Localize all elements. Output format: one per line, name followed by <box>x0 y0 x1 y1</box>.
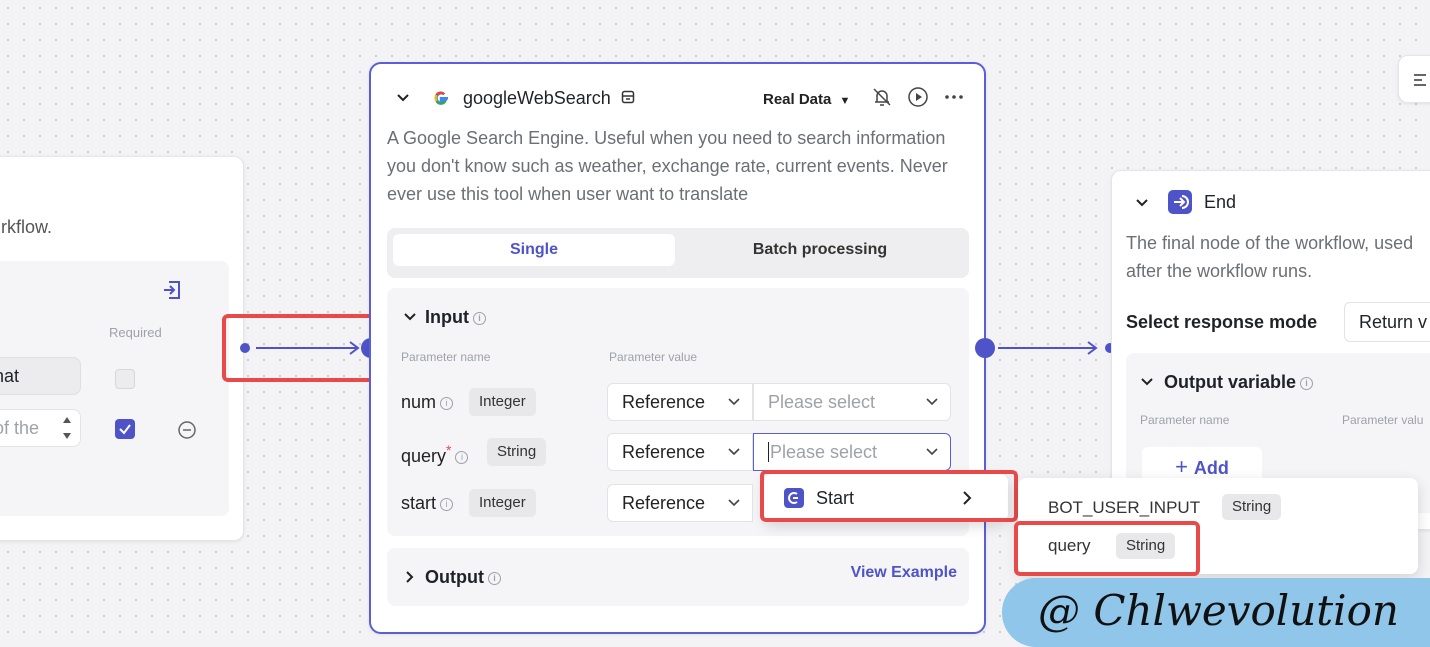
param-name-query: query* i <box>401 442 469 467</box>
end-node-card[interactable]: End The final node of the workflow, used… <box>1111 170 1430 530</box>
connection-arrow <box>998 341 1098 355</box>
output-chevron-icon[interactable] <box>1140 375 1154 389</box>
real-data-label: Real Data <box>763 91 832 108</box>
tab-single[interactable]: Single <box>393 234 675 266</box>
chevron-down-icon <box>926 398 938 406</box>
remove-icon[interactable] <box>177 420 197 440</box>
value-select-focused[interactable]: Please select <box>753 433 951 471</box>
required-header: Required <box>109 325 162 340</box>
highlight-box-query <box>1014 521 1200 576</box>
run-icon[interactable] <box>907 86 929 108</box>
chevron-down-icon <box>728 448 740 456</box>
variable-type-tag: String <box>1222 494 1282 520</box>
stepper-icon[interactable] <box>61 411 73 445</box>
param-type-tag: String <box>487 438 547 466</box>
reference-select[interactable]: Reference <box>607 433 753 471</box>
output-section: Output i View Example <box>387 548 969 606</box>
google-logo-icon <box>434 91 448 105</box>
store-icon[interactable] <box>621 90 635 104</box>
response-mode-label: Select response mode <box>1126 312 1318 332</box>
start-params-panel: Required hat of the <box>0 261 229 516</box>
variable-item-name[interactable]: BOT_USER_INPUT <box>1048 498 1200 518</box>
node-description: A Google Search Engine. Useful when you … <box>387 128 948 204</box>
collapse-chevron-icon[interactable] <box>395 90 411 106</box>
output-variable-title: Output variable i <box>1164 372 1314 393</box>
caret-down-icon: ▼ <box>839 95 851 107</box>
node-description: The final node of the workflow, used afte… <box>1126 233 1414 281</box>
param-type-tag: Integer <box>469 489 536 517</box>
reference-select[interactable]: Reference <box>607 383 753 421</box>
mode-tabs: Single Batch processing <box>387 228 969 278</box>
required-mark: * <box>446 442 452 458</box>
info-icon: i <box>440 397 454 410</box>
chevron-down-icon <box>728 499 740 507</box>
check-icon <box>119 424 131 435</box>
google-web-search-node[interactable]: googleWebSearch Real Data ▼ A Google Sea… <box>369 62 986 634</box>
collapse-chevron-icon[interactable] <box>1134 195 1150 211</box>
node-description: rkflow. <box>1 217 53 237</box>
output-chevron-icon[interactable] <box>403 570 417 584</box>
param-name-header: Parameter name <box>1140 413 1230 427</box>
highlight-box-start <box>760 470 1018 522</box>
required-checkbox[interactable] <box>115 369 135 389</box>
param-name-header: Parameter name <box>401 350 491 364</box>
chevron-down-icon <box>728 398 740 406</box>
node-title: End <box>1204 192 1237 212</box>
plus-icon: + <box>1175 454 1188 479</box>
output-port[interactable] <box>975 338 995 358</box>
info-icon: i <box>440 498 454 511</box>
view-example-link[interactable]: View Example <box>851 564 957 582</box>
required-checkbox-checked[interactable] <box>115 419 135 439</box>
value-select[interactable]: Please select <box>753 383 951 421</box>
response-mode-select[interactable]: Return v <box>1344 302 1430 342</box>
info-icon: i <box>1300 377 1314 390</box>
param-name-start: start i <box>401 493 454 514</box>
node-title: googleWebSearch <box>463 88 611 108</box>
chevron-down-icon <box>926 448 938 456</box>
output-title: Output i <box>425 567 501 588</box>
param-name-num: num i <box>401 392 454 413</box>
info-icon: i <box>455 451 469 464</box>
real-data-dropdown[interactable]: Real Data ▼ <box>763 91 850 108</box>
param-name-input[interactable]: hat <box>0 357 81 395</box>
list-icon <box>1414 74 1426 86</box>
input-chevron-icon[interactable] <box>403 310 417 324</box>
param-value-header: Parameter valu <box>1342 413 1424 427</box>
info-icon: i <box>487 572 501 585</box>
info-icon: i <box>472 312 486 325</box>
import-icon[interactable] <box>161 279 183 301</box>
input-title: Input i <box>425 307 486 328</box>
param-type-tag: Integer <box>469 388 536 416</box>
more-icon[interactable] <box>943 86 965 108</box>
end-node-icon <box>1168 190 1192 214</box>
tab-batch-processing[interactable]: Batch processing <box>677 234 963 266</box>
toolbar-button[interactable] <box>1398 55 1430 103</box>
reference-select[interactable]: Reference <box>607 484 753 522</box>
watermark: @ Chlwevolution <box>1002 578 1430 647</box>
start-node-card[interactable]: rkflow. Required hat of the <box>0 156 244 541</box>
param-value-header: Parameter value <box>609 350 698 364</box>
bell-off-icon[interactable] <box>871 86 893 108</box>
